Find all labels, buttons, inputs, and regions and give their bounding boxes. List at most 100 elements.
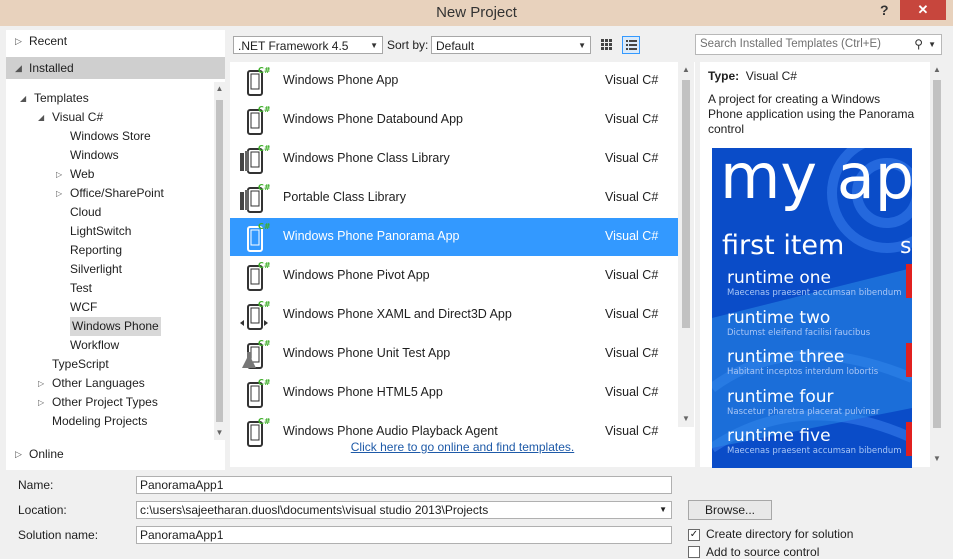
online-label: Online — [29, 447, 64, 461]
name-input[interactable]: PanoramaApp1 — [136, 476, 672, 494]
location-input[interactable]: c:\users\sajeetharan.duosl\documents\vis… — [136, 501, 672, 519]
preview-list-item: runtime three Habitant inceptos interdum … — [727, 347, 912, 377]
tree-item[interactable]: LightSwitch — [70, 222, 131, 241]
solution-name-input[interactable]: PanoramaApp1 — [136, 526, 672, 544]
template-list-scrollbar[interactable]: ▲ ▼ — [678, 62, 694, 427]
installed-section[interactable]: ◢ Installed — [6, 57, 225, 79]
tree-item[interactable]: TypeScript — [52, 355, 109, 374]
template-row[interactable]: C# Windows Phone App Visual C# — [230, 62, 678, 100]
expand-arrow-icon[interactable]: ▷ — [56, 184, 62, 203]
template-row[interactable]: C# Windows Phone Class Library Visual C# — [230, 140, 678, 178]
preview-item-title: runtime five — [727, 426, 831, 446]
tree-item-label: Office/SharePoint — [70, 186, 164, 200]
online-section[interactable]: ▷ Online — [6, 443, 225, 465]
template-name: Portable Class Library — [283, 190, 406, 204]
search-options-arrow-icon[interactable]: ▼ — [928, 35, 936, 54]
tree-item-label: Windows Phone — [72, 319, 159, 333]
dropdown-arrow-icon: ▼ — [370, 41, 378, 50]
expand-arrow-icon[interactable]: ▷ — [56, 165, 62, 184]
sort-select[interactable]: Default ▼ — [431, 36, 591, 54]
template-row[interactable]: C# Windows Phone Unit Test App Visual C# — [230, 335, 678, 373]
scroll-thumb[interactable] — [933, 80, 941, 428]
scroll-up-icon[interactable]: ▲ — [930, 65, 944, 74]
scroll-down-icon[interactable]: ▼ — [678, 414, 694, 423]
template-categories-panel: ▷ Recent ◢ Installed ◢ Templates ◢ Visual C… — [6, 30, 225, 470]
tree-item[interactable]: Silverlight — [70, 260, 122, 279]
browse-button[interactable]: Browse... — [688, 500, 772, 520]
tree-item[interactable]: Modeling Projects — [52, 412, 147, 431]
dropdown-arrow-icon[interactable]: ▼ — [659, 502, 667, 518]
preview-accent-bar — [906, 264, 912, 298]
template-row[interactable]: C# Windows Phone Databound App Visual C# — [230, 101, 678, 139]
template-language: Visual C# — [605, 151, 659, 165]
tree-item[interactable]: WCF — [70, 298, 97, 317]
scroll-down-icon[interactable]: ▼ — [214, 428, 225, 437]
tree-item[interactable]: Workflow — [70, 336, 119, 355]
template-language: Visual C# — [605, 112, 659, 126]
tree-item[interactable]: Windows Phone — [70, 317, 161, 336]
tree-item[interactable]: ▷ Other Project Types — [38, 393, 158, 412]
svg-text:C#: C# — [258, 222, 270, 231]
tree-scrollbar[interactable]: ▲ ▼ — [214, 82, 225, 440]
scroll-up-icon[interactable]: ▲ — [678, 65, 694, 74]
tree-item-label: WCF — [70, 300, 98, 314]
expand-arrow-icon[interactable]: ▷ — [38, 393, 44, 412]
window-title: New Project — [436, 4, 517, 21]
template-row[interactable]: C# Portable Class Library Visual C# — [230, 179, 678, 217]
collapse-arrow-icon: ◢ — [15, 63, 22, 73]
expand-arrow-icon: ▷ — [15, 36, 22, 46]
template-language: Visual C# — [605, 424, 659, 438]
details-scrollbar[interactable]: ▲ ▼ — [930, 62, 944, 467]
svg-text:C#: C# — [258, 300, 270, 309]
template-row[interactable]: C# Windows Phone Panorama App Visual C# — [230, 218, 678, 256]
create-directory-checkbox[interactable]: ✓ — [688, 529, 700, 541]
preview-app-title: my ap — [720, 148, 912, 213]
framework-select[interactable]: .NET Framework 4.5 ▼ — [233, 36, 383, 54]
grid-view-icon — [601, 39, 612, 50]
template-row[interactable]: C# Windows Phone XAML and Direct3D App Vis… — [230, 296, 678, 334]
location-label: Location: — [18, 503, 67, 517]
find-templates-online-link[interactable]: Click here to go online and find templat… — [230, 440, 695, 454]
svg-text:C#: C# — [258, 378, 270, 387]
collapse-arrow-icon[interactable]: ◢ — [38, 108, 44, 127]
tree-item[interactable]: Windows — [70, 146, 119, 165]
tree-item-label: Workflow — [70, 338, 120, 352]
template-row[interactable]: C# Windows Phone Pivot App Visual C# — [230, 257, 678, 295]
help-button[interactable]: ? — [880, 2, 889, 18]
preview-list-item: runtime two Dictumst eleifend facilisi fa… — [727, 308, 912, 338]
list-view-button[interactable] — [622, 36, 640, 54]
scroll-down-icon[interactable]: ▼ — [930, 454, 944, 463]
framework-value: .NET Framework 4.5 — [238, 39, 349, 53]
tree-item[interactable]: Reporting — [70, 241, 122, 260]
scroll-thumb[interactable] — [216, 100, 223, 422]
tree-item[interactable]: ◢ Visual C# — [38, 108, 103, 127]
small-icons-view-button[interactable] — [598, 36, 616, 54]
tree-item[interactable]: Windows Store — [70, 127, 151, 146]
recent-label: Recent — [29, 34, 68, 48]
template-row[interactable]: C# Windows Phone HTML5 App Visual C# — [230, 374, 678, 412]
type-line: Type: Visual C# — [708, 69, 797, 83]
search-icon[interactable]: ⚲ — [914, 35, 923, 54]
search-input[interactable]: Search Installed Templates (Ctrl+E) ⚲ ▼ — [695, 34, 942, 55]
phone-databound-icon: C# — [240, 104, 271, 136]
add-source-control-label: Add to source control — [706, 545, 820, 559]
template-language: Visual C# — [605, 346, 659, 360]
recent-section[interactable]: ▷ Recent — [6, 30, 225, 52]
tree-item[interactable]: Test — [70, 279, 92, 298]
tree-item[interactable]: ▷ Web — [56, 165, 94, 184]
scroll-thumb[interactable] — [682, 80, 690, 328]
close-button[interactable]: ✕ — [900, 0, 946, 20]
portable-library-icon: C# — [240, 182, 271, 214]
collapse-arrow-icon[interactable]: ◢ — [20, 89, 26, 108]
add-source-control-checkbox[interactable] — [688, 546, 700, 558]
template-name: Windows Phone HTML5 App — [283, 385, 443, 399]
tree-item[interactable]: Cloud — [70, 203, 101, 222]
solution-name-label: Solution name: — [18, 528, 99, 542]
template-name: Windows Phone Panorama App — [283, 229, 460, 243]
tree-item[interactable]: ◢ Templates — [20, 89, 89, 108]
tree-item[interactable]: ▷ Office/SharePoint — [56, 184, 164, 203]
scroll-up-icon[interactable]: ▲ — [214, 84, 225, 93]
expand-arrow-icon[interactable]: ▷ — [38, 374, 44, 393]
tree-item[interactable]: ▷ Other Languages — [38, 374, 145, 393]
search-placeholder: Search Installed Templates (Ctrl+E) — [700, 38, 881, 50]
